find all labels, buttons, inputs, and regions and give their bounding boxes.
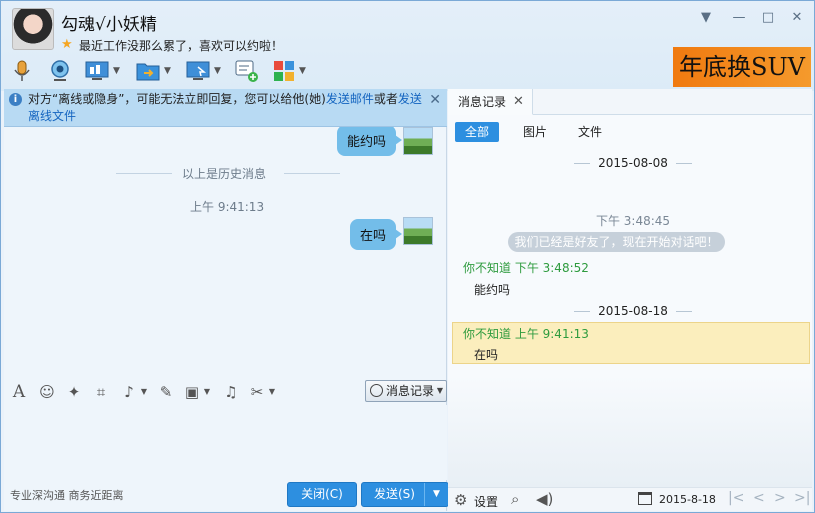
microphone-icon[interactable] <box>11 58 33 84</box>
music-icon[interactable]: ♫ <box>222 383 240 401</box>
record-body[interactable]: 在吗 <box>474 346 498 363</box>
send-label: 发送(S) <box>374 487 415 501</box>
speaker-icon[interactable]: ◀) <box>536 490 553 508</box>
history-panel: 消息记录 ✕ 全部 图片 文件 2015-08-08 下午 3:48:45 我们… <box>448 89 812 511</box>
chevron-down-icon[interactable]: ▼ <box>214 66 221 76</box>
info-icon: i <box>9 93 22 106</box>
filter-all[interactable]: 全部 <box>455 122 500 142</box>
clock-icon <box>370 384 383 397</box>
close-icon[interactable]: ✕ <box>429 92 441 108</box>
send-email-link[interactable]: 发送邮件 <box>326 92 374 106</box>
offline-notice-bar: i 对方“离线或隐身”，可能无法立即回复，您可以给他(她)发送邮件或者发送离线文… <box>4 89 447 127</box>
date-separator: 2015-08-18 <box>574 304 692 318</box>
my-avatar[interactable] <box>403 127 433 155</box>
chevron-down-icon[interactable]: ▼ <box>164 66 171 76</box>
filter-images[interactable]: 图片 <box>513 122 557 142</box>
prev-page-icon[interactable]: < <box>753 490 765 506</box>
send-button[interactable]: 发送(S) ▼ <box>361 482 449 507</box>
video-call-icon[interactable] <box>48 58 72 84</box>
history-label: 以上是历史消息 <box>182 167 267 181</box>
file-transfer-icon[interactable]: ▼ <box>136 58 171 84</box>
close-icon[interactable]: ✕ <box>513 89 524 115</box>
notice-text-before: 对方“离线或隐身”，可能无法立即回复，您可以给他(她) <box>28 92 326 106</box>
message-history-label: 消息记录 <box>386 384 435 398</box>
my-avatar[interactable] <box>403 217 433 245</box>
maximize-button[interactable]: □ <box>760 11 776 25</box>
message-input[interactable] <box>4 405 447 480</box>
history-list[interactable]: 全部 图片 文件 2015-08-08 下午 3:48:45 我们已经是好友了，… <box>448 115 812 487</box>
notice-text: 对方“离线或隐身”，可能无法立即回复，您可以给他(她)发送邮件或者发送离线文件 <box>28 91 423 125</box>
new-chat-icon[interactable] <box>235 58 259 84</box>
close-window-button[interactable]: ✕ <box>789 11 805 25</box>
chevron-down-icon[interactable]: ▼ <box>113 66 120 76</box>
contact-name[interactable]: 勾魂√小妖精 <box>61 10 157 35</box>
message-area[interactable]: 能约吗 以上是历史消息 上午 9:41:13 在吗 <box>4 127 447 377</box>
magic-icon[interactable]: ✦ <box>65 383 83 401</box>
search-icon[interactable]: ⌕ <box>511 490 519 508</box>
message-bubble[interactable]: 能约吗 <box>337 127 403 156</box>
record-header: 你不知道 上午 9:41:13 <box>463 327 589 341</box>
chevron-down-icon: ▼ <box>436 386 443 395</box>
font-icon[interactable]: A <box>10 383 28 401</box>
notice-text-mid: 或者 <box>373 92 398 106</box>
conversation-pane: i 对方“离线或隐身”，可能无法立即回复，您可以给他(她)发送邮件或者发送离线文… <box>4 89 449 511</box>
date-value: 2015-8-18 <box>659 493 716 506</box>
tab-message-history[interactable]: 消息记录 ✕ <box>448 89 533 115</box>
edit-icon[interactable]: ✎ <box>157 383 175 401</box>
system-message: 我们已经是好友了，现在开始对话吧！ <box>508 232 725 252</box>
record-body[interactable]: 能约吗 <box>474 281 510 298</box>
star-icon: ★ <box>61 37 73 52</box>
message-time: 上午 9:41:13 <box>190 200 265 214</box>
last-page-icon[interactable]: >| <box>794 490 810 506</box>
chevron-down-icon[interactable]: ▼ <box>424 483 448 506</box>
screen-share-icon[interactable]: ▼ <box>85 58 120 84</box>
first-page-icon[interactable]: |< <box>728 490 744 506</box>
chevron-down-icon[interactable]: ▼ <box>198 383 216 401</box>
close-button[interactable]: 关闭(C) <box>287 482 357 507</box>
ad-banner[interactable]: 年底换SUV <box>673 47 811 87</box>
menu-dropdown-icon[interactable]: ▼ <box>698 11 714 25</box>
filter-files[interactable]: 文件 <box>568 122 612 142</box>
tab-label: 消息记录 <box>458 95 507 109</box>
chat-window: 勾魂√小妖精 ★ 最近工作没那么累了，喜欢可以约啦！ ▼ — □ ✕ ▼ ▼ ▼… <box>0 0 815 513</box>
minimize-button[interactable]: — <box>731 11 747 25</box>
chevron-down-icon[interactable]: ▼ <box>135 383 153 401</box>
record-header: 你不知道 下午 3:48:52 <box>463 261 589 275</box>
chevron-down-icon[interactable]: ▼ <box>263 383 281 401</box>
contact-avatar[interactable] <box>12 8 54 50</box>
remote-assist-icon[interactable]: ▼ <box>186 58 221 84</box>
screenshot-icon[interactable]: ⌗ <box>92 383 110 401</box>
settings-link[interactable]: 设置 <box>474 493 498 510</box>
contact-signature: 最近工作没那么累了，喜欢可以约啦！ <box>79 39 284 53</box>
gear-icon[interactable]: ⚙ <box>454 491 467 509</box>
message-history-button[interactable]: 消息记录 ▼ <box>365 380 447 402</box>
message-bubble[interactable]: 在吗 <box>350 219 403 250</box>
history-footer: ⚙ 设置 ⌕ ◀) 2015-8-18 |< < > >| <box>448 487 812 511</box>
calendar-icon[interactable] <box>638 492 652 505</box>
date-separator: 2015-08-08 <box>574 156 692 170</box>
emoji-icon[interactable]: ☺ <box>38 383 56 401</box>
slogan: 专业深沟通 商务近距离 <box>10 489 124 502</box>
system-time: 下午 3:48:45 <box>595 214 671 228</box>
apps-icon[interactable]: ▼ <box>273 58 306 84</box>
next-page-icon[interactable]: > <box>774 490 786 506</box>
chevron-down-icon[interactable]: ▼ <box>299 66 306 76</box>
